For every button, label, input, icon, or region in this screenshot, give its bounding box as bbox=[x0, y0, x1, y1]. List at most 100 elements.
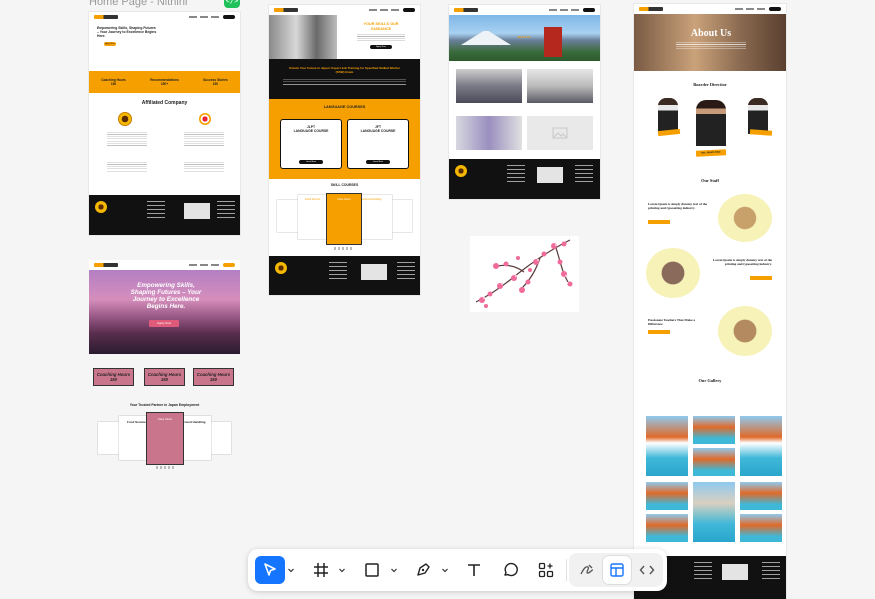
draw-mode[interactable] bbox=[573, 556, 601, 584]
design-toolbar bbox=[248, 549, 667, 591]
frame6-hero-text bbox=[676, 42, 746, 50]
move-tool[interactable] bbox=[255, 556, 285, 584]
staff-button-2[interactable] bbox=[750, 276, 772, 280]
skill-card-center[interactable]: Care Giver bbox=[326, 193, 362, 245]
chevron-down-icon[interactable] bbox=[441, 566, 449, 574]
gallery-photo[interactable] bbox=[646, 482, 688, 510]
gallery-photo[interactable] bbox=[740, 482, 782, 510]
carousel-card-center[interactable]: Care Giver bbox=[146, 412, 184, 465]
directors-title: Boarder Directior bbox=[693, 82, 727, 87]
learn-more-button[interactable]: Learn More bbox=[366, 160, 390, 164]
chevron-down-icon[interactable] bbox=[287, 566, 295, 574]
carousel-card bbox=[98, 422, 120, 454]
text-tool[interactable] bbox=[461, 556, 487, 584]
frame2-stat: Coaching Hours 150 bbox=[144, 368, 185, 386]
frame1-apply-button[interactable]: Apply Now bbox=[104, 42, 116, 46]
frame3-apply-button[interactable]: Apply Now bbox=[370, 45, 392, 49]
gallery-photo[interactable] bbox=[646, 514, 688, 542]
staff-text-1: Lorem Ipsum is simply dummy text of the … bbox=[648, 202, 708, 210]
course-card-jft[interactable]: JFT LANGUAGE COURSE Learn More bbox=[347, 119, 409, 169]
affiliated-company-title: Affiliated Company bbox=[141, 100, 188, 106]
design-layout-icon bbox=[610, 563, 624, 577]
pen-tool[interactable] bbox=[410, 556, 436, 584]
staff-button-3[interactable] bbox=[648, 330, 670, 334]
photo-students-1 bbox=[456, 69, 522, 103]
design-mode[interactable] bbox=[603, 556, 631, 584]
gallery-photo[interactable] bbox=[693, 482, 735, 542]
footer-logo bbox=[95, 201, 107, 213]
director-photo-center bbox=[696, 100, 726, 146]
actions-tool[interactable] bbox=[533, 556, 559, 584]
frame2-stat: Coaching Hours 150 bbox=[93, 368, 134, 386]
frame-tool[interactable] bbox=[308, 556, 334, 584]
gallery-photo[interactable] bbox=[646, 416, 688, 476]
frame1-navbar bbox=[89, 12, 240, 22]
frame2-partners-title: Your Trusted Partner in Japan Employment bbox=[129, 403, 200, 407]
staff-title: Our Staff bbox=[701, 178, 719, 183]
image-placeholder-icon bbox=[552, 127, 568, 139]
frame3-footer bbox=[269, 256, 420, 295]
dev-mode-badge-icon[interactable]: </> bbox=[224, 0, 240, 8]
shape-tool[interactable] bbox=[359, 556, 385, 584]
frame-title[interactable]: Home Page - Nithini bbox=[89, 0, 187, 8]
frame2-apply-button[interactable]: Apply Now bbox=[149, 320, 179, 327]
gallery-photo[interactable] bbox=[740, 416, 782, 476]
frame-home-variant[interactable]: Empowering Skills, Shaping Futures – You… bbox=[89, 260, 240, 470]
frame2-navbar bbox=[89, 260, 240, 270]
affiliated-text-2 bbox=[184, 132, 224, 146]
rectangle-icon bbox=[365, 563, 379, 577]
gallery-photo[interactable] bbox=[693, 416, 735, 444]
cherry-blossom-asset[interactable] bbox=[470, 236, 579, 312]
skill-card bbox=[277, 200, 299, 232]
photo-classroom bbox=[456, 116, 522, 150]
gallery-photo[interactable] bbox=[693, 448, 735, 476]
cherry-blossom-illustration bbox=[475, 239, 573, 308]
frame-courses-page[interactable]: YOUR SKILLS OUR GUIDANCE Apply Now Unloc… bbox=[269, 5, 420, 295]
photo-students-2 bbox=[527, 69, 593, 103]
frame3-hero-text bbox=[357, 34, 405, 42]
frame-grid-icon bbox=[314, 563, 328, 577]
frame3-hero-image bbox=[269, 15, 337, 59]
chevron-down-icon[interactable] bbox=[390, 566, 398, 574]
toolbar-separator bbox=[566, 559, 567, 581]
comment-tool[interactable] bbox=[497, 556, 523, 584]
frame1-stat: Recommendations 150+ bbox=[150, 78, 179, 86]
frame6-hero-title: About Us bbox=[690, 28, 732, 39]
affiliated-text-3 bbox=[107, 162, 147, 172]
director-name-left bbox=[657, 128, 681, 137]
staff-text-2: Lorem Ipsum is simply dummy text of the … bbox=[712, 258, 772, 266]
code-brackets-icon bbox=[639, 565, 655, 575]
frame3-banner-title: Unlock Your Future in Japan: Expert Job … bbox=[288, 66, 401, 74]
gallery-title: Our Gallery bbox=[698, 378, 722, 383]
frame-about-us[interactable]: About Us Boarder Directior Mrs. Nimthi O… bbox=[634, 4, 786, 599]
gallery-photo[interactable] bbox=[740, 514, 782, 542]
carousel-dots[interactable] bbox=[156, 466, 176, 469]
skill-card bbox=[390, 200, 412, 232]
cursor-icon bbox=[264, 563, 276, 576]
actions-icon bbox=[538, 562, 554, 578]
frame1-stats-band: Coaching Hours 150 Recommendations 150+ Su… bbox=[89, 71, 240, 93]
image-placeholder bbox=[527, 116, 593, 150]
chevron-down-icon[interactable] bbox=[338, 566, 346, 574]
frame2-hero-title: Empowering Skills, Shaping Futures – You… bbox=[130, 282, 202, 310]
footer-logo bbox=[275, 262, 287, 274]
skill-carousel-dots[interactable] bbox=[334, 247, 354, 250]
staff-button-1[interactable] bbox=[648, 220, 670, 224]
learn-more-button[interactable]: Learn More bbox=[299, 160, 323, 164]
course-card-jlpt[interactable]: JLPT LANGUAGE COURSE Learn More bbox=[280, 119, 342, 169]
frame3-banner: Unlock Your Future in Japan: Expert Job … bbox=[269, 59, 420, 99]
frame-home-page[interactable]: Empowering Skills, Shaping Futures – You… bbox=[89, 12, 240, 235]
brand-logo bbox=[454, 8, 478, 12]
frame1-stat: Coaching Hours 150 bbox=[101, 78, 126, 86]
footer-logo bbox=[455, 165, 467, 177]
brand-logo bbox=[94, 15, 118, 19]
frame4-hero-title: About Us bbox=[517, 35, 531, 39]
comment-bubble-icon bbox=[504, 562, 518, 577]
frame-japan-page[interactable]: About Us bbox=[449, 5, 600, 199]
gallery-grid bbox=[646, 416, 782, 542]
brand-logo bbox=[94, 263, 118, 267]
frame4-footer bbox=[449, 159, 600, 199]
dev-mode[interactable] bbox=[633, 556, 661, 584]
brand-logo bbox=[639, 7, 663, 11]
brand-logo bbox=[274, 8, 298, 12]
